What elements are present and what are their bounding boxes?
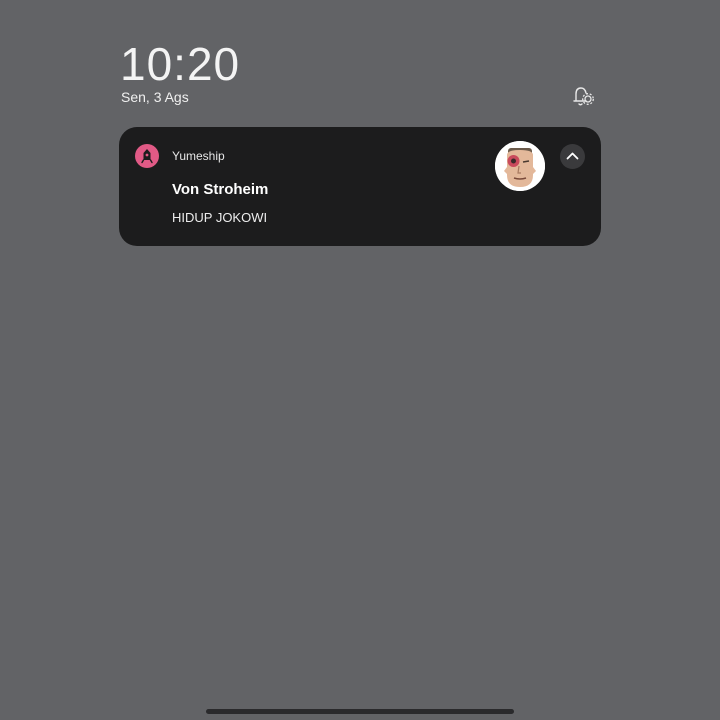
- notification-settings-icon[interactable]: [570, 84, 596, 108]
- notification-title: Von Stroheim: [172, 181, 269, 198]
- home-indicator[interactable]: [206, 709, 514, 714]
- chevron-up-icon: [566, 152, 579, 160]
- lockscreen-date: Sen, 3 Ags: [121, 89, 189, 105]
- collapse-notification-button[interactable]: [560, 144, 585, 169]
- yumeship-app-icon: [135, 144, 159, 168]
- notification-message: HIDUP JOKOWI: [172, 210, 268, 225]
- notification-app-name: Yumeship: [172, 149, 225, 163]
- lockscreen-clock: 10:20: [120, 38, 241, 90]
- contact-avatar: [495, 141, 545, 191]
- notification-card[interactable]: Yumeship Von Stroheim HIDUP JOKOWI: [119, 127, 601, 246]
